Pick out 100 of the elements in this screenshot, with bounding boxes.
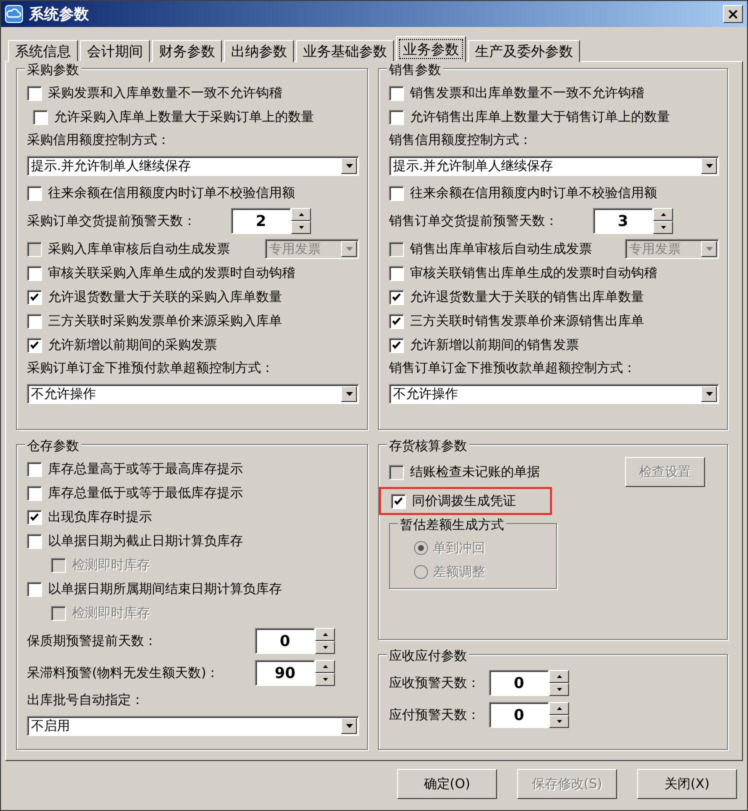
tab[interactable]: 财务参数 <box>152 40 222 62</box>
number-field[interactable]: 2 <box>231 208 291 234</box>
number-field[interactable]: 90 <box>255 660 315 686</box>
tab[interactable]: 生产及委外参数 <box>468 40 580 62</box>
checkbox[interactable] <box>27 534 42 548</box>
group-title: 暂估差额生成方式 <box>398 516 506 534</box>
number-field[interactable]: 0 <box>489 670 549 696</box>
caret-up-icon <box>660 213 666 216</box>
checkbox-label: 允许采购入库单上数量大于采购订单上的数量 <box>54 109 314 126</box>
caret-up-icon <box>322 633 328 636</box>
checkbox[interactable] <box>389 314 404 328</box>
increment-button[interactable] <box>549 702 569 715</box>
field-label: 保质期预警提前天数： <box>27 633 158 650</box>
checkbox-label: 审核关联销售出库单生成的发票时自动钩稽 <box>410 265 657 282</box>
dropdown[interactable]: 不启用 <box>27 716 359 736</box>
number-field[interactable]: 3 <box>593 208 653 234</box>
checkbox-label: 采购发票和入库单数量不一致不允许钩稽 <box>48 85 282 102</box>
increment-button[interactable] <box>315 660 335 673</box>
checkbox-label: 出现负库存时提示 <box>48 509 152 526</box>
checkbox[interactable] <box>27 510 42 524</box>
checkbox[interactable] <box>389 110 404 124</box>
checkbox[interactable] <box>389 86 404 100</box>
caret-up-icon <box>556 675 562 678</box>
decrement-button[interactable] <box>291 221 311 234</box>
field-label: 销售信用额度控制方式： <box>389 132 532 149</box>
field-label: 应付预警天数： <box>389 707 481 724</box>
caret-up-icon <box>556 707 562 710</box>
checkbox[interactable] <box>27 582 42 596</box>
tab[interactable]: 业务基础参数 <box>296 40 394 62</box>
dropdown[interactable]: 不允许操作 <box>389 384 719 404</box>
caret-down-icon <box>346 724 352 728</box>
checkbox-label: 允许新增以前期间的销售发票 <box>410 337 579 354</box>
increment-button[interactable] <box>315 628 335 641</box>
caret-down-icon <box>346 164 352 168</box>
checkbox[interactable] <box>27 338 42 352</box>
group-title: 应收应付参数 <box>387 647 469 665</box>
increment-button[interactable] <box>653 208 673 221</box>
checkbox[interactable] <box>391 494 406 508</box>
close-button[interactable]: × <box>723 5 743 23</box>
checkbox[interactable] <box>27 186 42 200</box>
checkbox[interactable] <box>27 486 42 500</box>
checkbox-label: 以单据日期为截止日期计算负库存 <box>48 533 243 550</box>
increment-button[interactable] <box>291 208 311 221</box>
checkbox[interactable] <box>389 338 404 352</box>
caret-down-icon <box>322 678 328 681</box>
decrement-button[interactable] <box>549 715 569 728</box>
checkbox[interactable] <box>27 290 42 304</box>
caret-down-icon <box>346 392 352 396</box>
checkbox-label: 审核关联采购入库单生成的发票时自动钩稽 <box>48 265 295 282</box>
checkbox-label: 以单据日期所属期间结束日期计算负库存 <box>48 581 282 598</box>
checkbox-label: 允许新增以前期间的采购发票 <box>48 337 217 354</box>
checkbox-label: 允许退货数量大于关联的销售出库单数量 <box>410 289 644 306</box>
checkbox[interactable] <box>27 462 42 476</box>
checkbox-label: 结账检查未记账的单据 <box>410 464 540 481</box>
group-title: 存货核算参数 <box>387 437 469 455</box>
checkbox-label: 检测即时库存 <box>72 605 150 622</box>
increment-button[interactable] <box>549 670 569 683</box>
tab[interactable]: 业务参数 <box>396 36 466 62</box>
caret-down-icon <box>706 247 712 251</box>
check-icon <box>392 293 401 301</box>
dropdown[interactable]: 提示.并允许制单人继续保存 <box>389 156 719 176</box>
caret-down-icon <box>346 247 352 251</box>
number-field[interactable]: 0 <box>255 628 315 654</box>
field-label: 销售订单交货提前预警天数： <box>389 213 559 230</box>
checkbox[interactable] <box>27 86 42 100</box>
caret-down-icon <box>556 720 562 723</box>
radio-label: 单到冲回 <box>433 540 485 557</box>
dialog-button[interactable]: 关闭(X) <box>637 769 737 799</box>
tab[interactable]: 出纳参数 <box>224 40 294 62</box>
decrement-button[interactable] <box>315 641 335 654</box>
caret-up-icon <box>298 213 304 216</box>
number-field[interactable]: 0 <box>489 702 549 728</box>
checkbox-label: 三方关联时采购发票单价来源采购入库单 <box>48 313 282 330</box>
checkbox-label: 库存总量低于或等于最低库存提示 <box>48 485 243 502</box>
decrement-button[interactable] <box>315 673 335 686</box>
checkbox[interactable] <box>27 266 42 280</box>
checkbox[interactable] <box>389 186 404 200</box>
checkbox[interactable] <box>389 266 404 280</box>
checkbox[interactable] <box>389 290 404 304</box>
dialog-button[interactable]: 确定(O) <box>397 769 497 799</box>
tab[interactable]: 系统信息 <box>8 40 78 62</box>
field-label: 采购订单交货提前预警天数： <box>27 213 197 230</box>
group-title: 采购参数 <box>25 61 81 79</box>
checkbox-label: 检测即时库存 <box>72 557 150 574</box>
field-label: 销售订单订金下推预收款单超额控制方式： <box>389 360 636 377</box>
field-label: 出库批号自动指定： <box>27 692 144 709</box>
checkbox-label: 三方关联时销售发票单价来源销售出库单 <box>410 313 644 330</box>
check-icon <box>392 317 401 325</box>
decrement-button[interactable] <box>549 683 569 696</box>
decrement-button[interactable] <box>653 221 673 234</box>
dropdown[interactable]: 不允许操作 <box>27 384 359 404</box>
checkbox-label: 允许销售出库单上数量大于销售订单上的数量 <box>410 109 670 126</box>
checkbox-label: 销售出库单审核后自动生成发票 <box>410 241 592 258</box>
checkbox[interactable] <box>33 110 48 124</box>
checkbox[interactable] <box>27 314 42 328</box>
dropdown[interactable]: 提示.并允许制单人继续保存 <box>27 156 359 176</box>
field-label: 呆滞料预警(物料无发生额天数)： <box>27 665 220 682</box>
field-label: 采购信用额度控制方式： <box>27 132 170 149</box>
tab[interactable]: 会计期间 <box>80 40 150 62</box>
caret-down-icon <box>706 164 712 168</box>
